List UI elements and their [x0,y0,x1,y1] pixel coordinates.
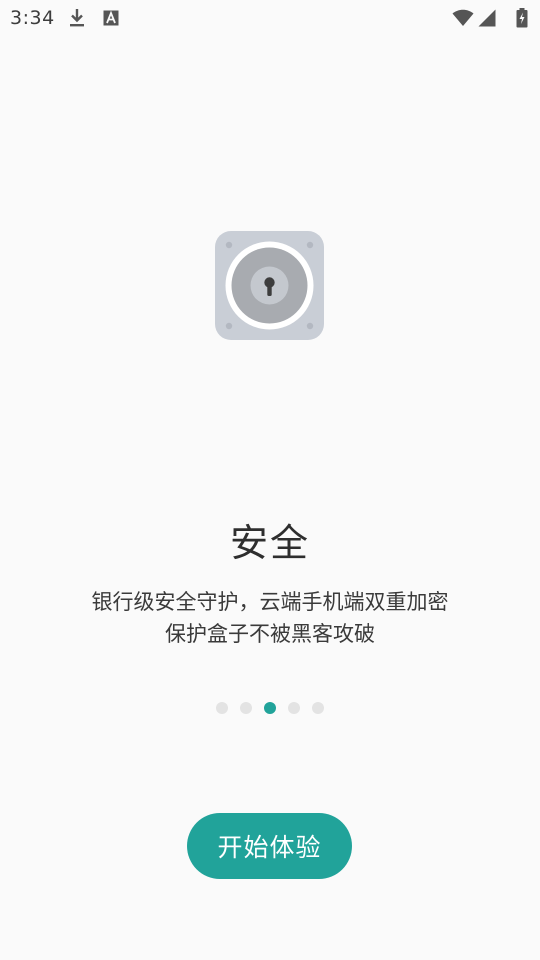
wifi-icon [452,9,474,26]
slide-description: 银行级安全守护，云端手机端双重加密 保护盒子不被黑客攻破 [0,586,540,650]
page-dot-active[interactable] [264,702,276,714]
page-dot-4[interactable] [288,702,300,714]
slide-description-line: 保护盒子不被黑客攻破 [165,622,375,646]
slide-description-line: 银行级安全守护，云端手机端双重加密 [91,590,449,614]
page-dot-2[interactable] [240,702,252,714]
system-icons [452,7,532,29]
status-bar: 3:34 [0,0,540,36]
a-text-icon [103,10,119,26]
start-experience-button[interactable]: 开始体验 [187,813,352,879]
onboarding-screen: 3:34 安全 银行级安全守护，云端手机端双重加密 保护盒子不被黑客攻破 开始体… [0,0,540,960]
safe-lock-icon [215,231,324,340]
signal-icon [478,9,496,27]
page-indicator [0,701,540,715]
slide-title: 安全 [229,521,310,565]
download-icon [70,9,84,27]
battery-charging-icon [516,8,528,28]
page-dot-1[interactable] [216,702,228,714]
page-dot-5[interactable] [312,702,324,714]
status-time: 3:34 [10,7,55,29]
